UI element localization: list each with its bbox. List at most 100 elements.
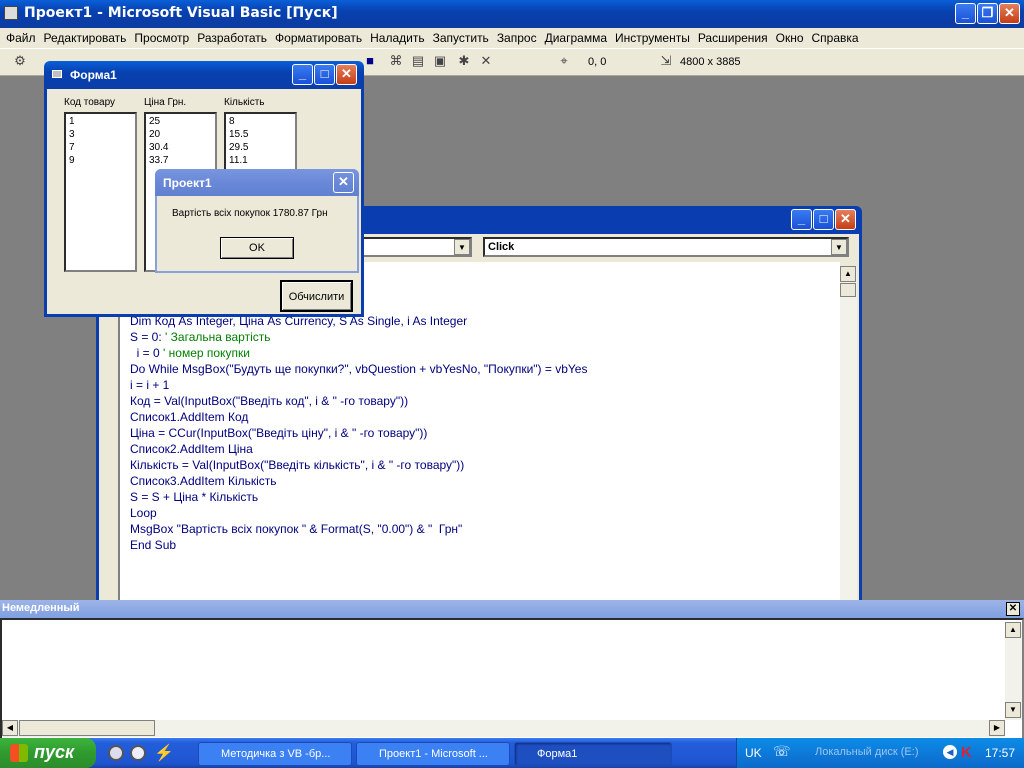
size-readout: 4800 x 3885 — [680, 56, 741, 68]
list1-codes[interactable]: 1379 — [64, 112, 137, 272]
form1-maximize-button[interactable]: □ — [314, 64, 335, 85]
form-layout-icon[interactable]: ▣ — [432, 53, 448, 69]
list-item[interactable]: 33.7 — [149, 154, 212, 167]
code-line: MsgBox "Вартість всіх покупок " & Format… — [130, 522, 463, 536]
label-product-code: Код товару — [64, 97, 116, 108]
menu-item[interactable]: Форматировать — [271, 29, 366, 47]
tray-expand-icon[interactable]: ◀ — [943, 745, 957, 759]
system-tray: UK ☏ Локальный диск (E:) ◀ K 17:57 — [736, 738, 1024, 768]
menu-item[interactable]: Диаграмма — [541, 29, 611, 47]
list-item[interactable]: 3 — [69, 128, 132, 141]
code-line: i = 0 ' номер покупки — [130, 346, 250, 360]
quicklaunch-icon[interactable]: ⚡ — [154, 743, 174, 763]
form1-minimize-button[interactable]: _ — [292, 64, 313, 85]
object-browser-icon[interactable]: ✱ — [456, 53, 472, 69]
code-line: S = S + Ціна * Кількість — [130, 490, 259, 504]
list-item[interactable]: 20 — [149, 128, 212, 141]
menu-item[interactable]: Разработать — [193, 29, 271, 47]
immediate-title: Немедленный — [2, 602, 80, 614]
position-readout: 0, 0 — [588, 56, 607, 68]
code-close-button[interactable]: ✕ — [835, 209, 856, 230]
list-item[interactable]: 11.1 — [229, 154, 292, 167]
code-line: i = i + 1 — [130, 378, 170, 392]
taskbar: пуск ⚡ Методичка з VB -бр... Проект1 - M… — [0, 738, 1024, 768]
menu-item[interactable]: Редактировать — [40, 29, 131, 47]
menu-item[interactable]: Инструменты — [611, 29, 694, 47]
code-line: Ціна = CCur(InputBox("Введіть ціну", i &… — [130, 426, 428, 440]
list-item[interactable]: 29.5 — [229, 141, 292, 154]
position-icon: ⌖ — [560, 53, 568, 68]
form1-title: Форма1 — [70, 68, 117, 82]
task-methodichka[interactable]: Методичка з VB -бр... — [198, 742, 352, 766]
menu-item[interactable]: Запустить — [429, 29, 493, 47]
list-item[interactable]: 7 — [69, 141, 132, 154]
immediate-vertical-scrollbar[interactable]: ▲ ▼ — [1005, 622, 1022, 720]
code-maximize-button[interactable]: □ — [813, 209, 834, 230]
close-button[interactable]: ✕ — [999, 3, 1020, 24]
menu-item[interactable]: Расширения — [694, 29, 772, 47]
clock: 17:57 — [985, 746, 1016, 760]
menu-item[interactable]: Просмотр — [130, 29, 193, 47]
media-player-icon[interactable] — [108, 745, 124, 761]
task-form1[interactable]: Форма1 — [514, 742, 672, 766]
properties-icon[interactable]: ▤ — [410, 53, 426, 69]
language-indicator[interactable]: UK — [745, 746, 762, 760]
kaspersky-icon[interactable]: K — [961, 744, 972, 761]
hscroll-thumb[interactable] — [19, 720, 155, 736]
minimize-button[interactable]: _ — [955, 3, 976, 24]
scroll-thumb[interactable] — [840, 283, 856, 297]
menu-item[interactable]: Справка — [808, 29, 863, 47]
scroll-up-button[interactable]: ▲ — [840, 266, 856, 282]
msgbox-message: Вартість всіх покупок 1780.87 Грн — [172, 208, 328, 219]
code-line: Кількість = Val(InputBox("Введіть кількі… — [130, 458, 465, 472]
code-comment: ' номер покупки — [163, 346, 250, 360]
immediate-close-button[interactable]: ✕ — [1006, 602, 1020, 616]
add-project-icon[interactable]: ⚙ — [12, 53, 28, 69]
size-icon: ⇲ — [660, 53, 672, 68]
compute-button[interactable]: Обчислити — [280, 280, 353, 312]
msgbox-ok-button[interactable]: OK — [220, 237, 294, 259]
menu-item[interactable]: Файл — [2, 29, 40, 47]
code-line: Loop — [130, 506, 157, 520]
list-item[interactable]: 9 — [69, 154, 132, 167]
label-quantity: Кількість — [224, 97, 265, 108]
form1-close-button[interactable]: ✕ — [336, 64, 357, 85]
tray-phone-icon[interactable]: ☏ — [773, 743, 791, 760]
msgbox-close-button[interactable]: ✕ — [333, 172, 354, 193]
restore-button[interactable]: ❐ — [977, 3, 998, 24]
code-line: Список3.AddItem Кількість — [130, 474, 277, 488]
list-item[interactable]: 15.5 — [229, 128, 292, 141]
project-explorer-icon[interactable]: ⌘ — [388, 53, 404, 69]
form-icon — [52, 70, 62, 78]
code-minimize-button[interactable]: _ — [791, 209, 812, 230]
msgbox-title-bar: Проект1 ✕ — [155, 169, 359, 196]
toolbox-icon[interactable]: ✕ — [478, 53, 494, 69]
menu-item[interactable]: Запрос — [493, 29, 541, 47]
menu-item[interactable]: Наладить — [366, 29, 428, 47]
vb-app-icon[interactable] — [4, 6, 18, 20]
tray-drive-label[interactable]: Локальный диск (E:) — [815, 746, 919, 758]
list-item[interactable]: 8 — [229, 115, 292, 128]
windows-flag-icon — [10, 744, 28, 762]
app-title: Проект1 - Microsoft Visual Basic [Пуск] — [24, 5, 338, 21]
code-vertical-scrollbar[interactable]: ▲ — [840, 266, 857, 600]
stop-icon[interactable]: ■ — [362, 53, 378, 69]
msgbox-title: Проект1 — [163, 176, 212, 190]
code-line: Список1.AddItem Код — [130, 410, 249, 424]
label-price: Ціна Грн. — [144, 97, 187, 108]
immediate-title-bar: Немедленный ✕ — [0, 600, 1024, 618]
cd-icon[interactable] — [130, 745, 146, 761]
menu-item[interactable]: Окно — [772, 29, 808, 47]
procedure-combo[interactable]: Click ▼ — [483, 237, 849, 257]
list-item[interactable]: 25 — [149, 115, 212, 128]
app-title-bar: Проект1 - Microsoft Visual Basic [Пуск] … — [0, 0, 1024, 28]
code-line: Do While MsgBox("Будуть ще покупки?", vb… — [130, 362, 588, 376]
code-line: S = 0: ' Загальна вартість — [130, 330, 271, 344]
start-button[interactable]: пуск — [0, 738, 96, 768]
code-line: Список2.AddItem Ціна — [130, 442, 253, 456]
object-combo[interactable]: ▼ — [360, 237, 472, 257]
list-item[interactable]: 1 — [69, 115, 132, 128]
immediate-horizontal-scrollbar[interactable]: ◀ ▶ — [2, 720, 1005, 737]
list-item[interactable]: 30.4 — [149, 141, 212, 154]
task-vb-project[interactable]: Проект1 - Microsoft ... — [356, 742, 510, 766]
